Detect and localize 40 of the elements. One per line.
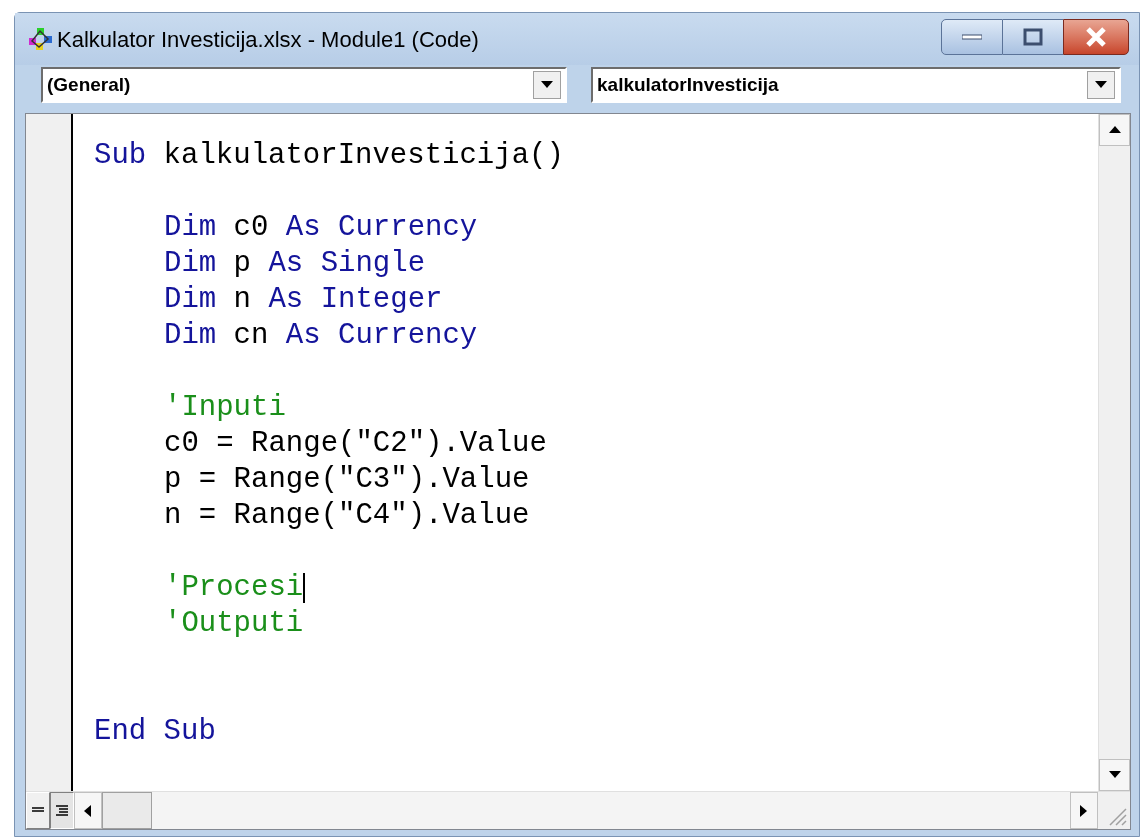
dropdown[interactable]: (General) — [41, 67, 567, 103]
scroll-down-button[interactable] — [1099, 759, 1130, 791]
scroll-up-button[interactable] — [1099, 114, 1130, 146]
left-arrow-icon — [84, 804, 92, 817]
code-line: 'Procesi — [164, 570, 304, 606]
code-line: Sub kalkulatorInvesticija() — [94, 138, 564, 174]
app-icon — [27, 26, 55, 52]
vertical-scrollbar[interactable] — [1098, 114, 1130, 791]
maximize-icon — [1023, 28, 1043, 46]
code-line: c0 = Range("C2").Value — [164, 426, 547, 462]
code-line: Dim c0 As Currency — [164, 210, 478, 246]
scroll-left-button[interactable] — [74, 792, 102, 829]
close-icon — [1085, 27, 1107, 47]
window-title: Kalkulator Investicija.xlsx - Module1 (Code) — [57, 25, 479, 54]
down-arrow-icon — [1108, 771, 1121, 779]
scroll-thumb[interactable] — [102, 792, 152, 829]
horizontal-scrollbar[interactable] — [74, 792, 1098, 829]
code-line: 'Inputi — [164, 390, 286, 426]
close-button[interactable] — [1063, 19, 1129, 55]
caret-icon — [1095, 81, 1107, 89]
code-editor[interactable]: Sub kalkulatorInvesticija() Dim c0 As Currency Dim p As Single Dim n As Integer Dim cn As Currency 'Inputi c0 = Range("C2").Value p = Range("C3").Value n = Range("C4").Value 'Procesi 'Outputi End Sub — [73, 114, 1098, 791]
code-line: End Sub — [94, 714, 216, 750]
code-line: Dim cn As Currency — [164, 318, 478, 354]
caret-icon — [541, 81, 553, 89]
code-line: Dim p As Single — [164, 246, 426, 282]
dropdown[interactable]: kalkulatorInvesticija — [591, 67, 1121, 103]
lines-icon — [55, 803, 69, 818]
code-line: Dim n As Integer — [164, 282, 443, 318]
code-line: n = Range("C4").Value — [164, 498, 530, 534]
code-line: p = Range("C3").Value — [164, 462, 530, 498]
scroll-right-button[interactable] — [1070, 792, 1098, 829]
view-button[interactable] — [50, 792, 74, 829]
minimize-button[interactable] — [941, 19, 1003, 55]
code-line: 'Outputi — [164, 606, 304, 642]
dropdown-button[interactable] — [533, 71, 561, 99]
up-arrow-icon — [1108, 126, 1121, 134]
maximize-button[interactable] — [1003, 19, 1063, 55]
right-arrow-icon — [1080, 804, 1088, 817]
minimize-icon — [962, 34, 982, 40]
dropdown-button[interactable] — [1087, 71, 1115, 99]
